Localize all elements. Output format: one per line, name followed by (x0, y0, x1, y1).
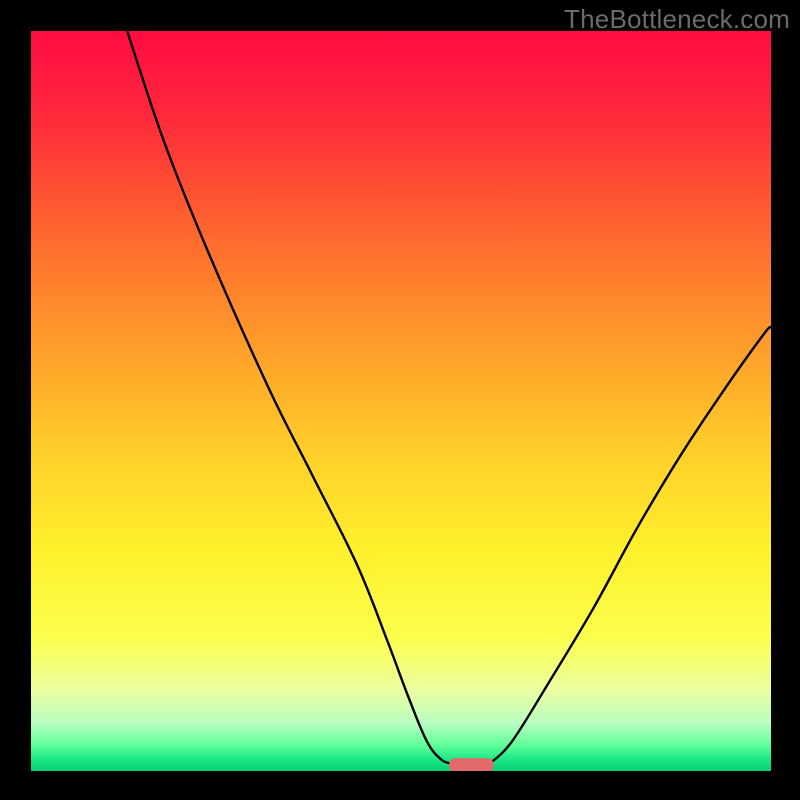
attribution-text: TheBottleneck.com (564, 4, 790, 35)
bottleneck-chart (0, 0, 800, 800)
gradient-background (31, 31, 771, 771)
chart-frame: TheBottleneck.com (0, 0, 800, 800)
optimum-marker (449, 758, 493, 772)
